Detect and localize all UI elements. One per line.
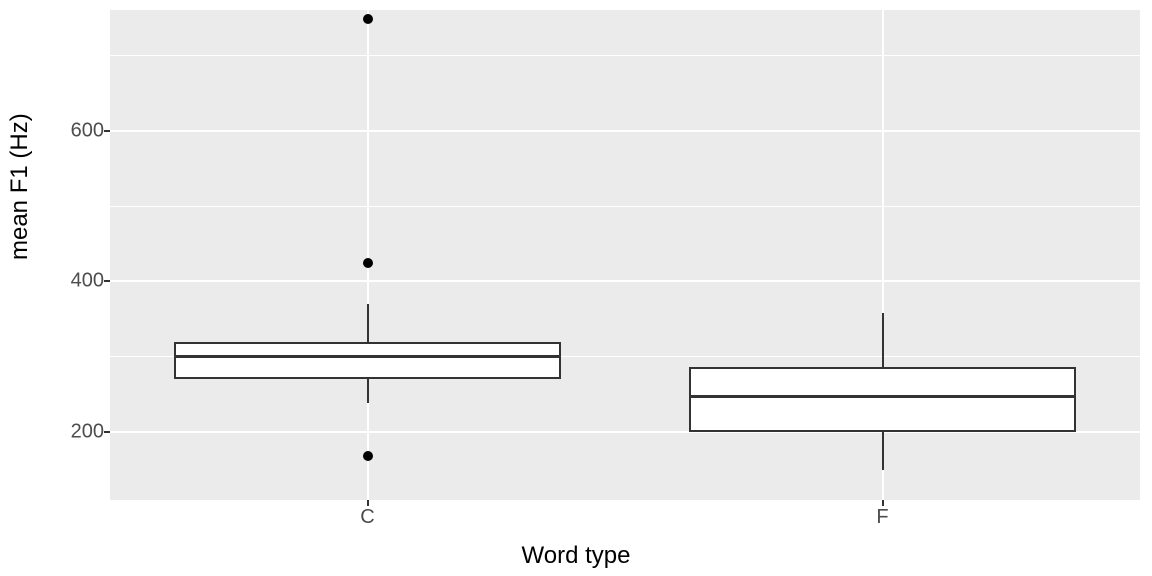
box	[174, 342, 560, 380]
boxplot-chart: mean F1 (Hz) Word type C F 200 400 600	[0, 0, 1152, 576]
box	[689, 367, 1075, 433]
x-axis-title: Word type	[0, 542, 1152, 570]
whisker-upper	[367, 304, 369, 342]
y-tick-label: 400	[64, 270, 104, 293]
gridline-major	[110, 130, 1140, 132]
y-tick-label: 600	[64, 119, 104, 142]
gridline-major	[110, 280, 1140, 282]
x-tick-label: C	[360, 506, 374, 529]
outlier-point	[363, 14, 373, 24]
y-tick-mark	[104, 280, 110, 282]
vgridline-major	[367, 10, 369, 500]
whisker-lower	[367, 379, 369, 403]
whisker-upper	[882, 313, 884, 367]
y-tick-mark	[104, 130, 110, 132]
gridline-minor	[110, 206, 1140, 207]
y-tick-label: 200	[64, 421, 104, 444]
x-tick-label: F	[876, 506, 888, 529]
median-line	[689, 395, 1075, 398]
y-axis-title: mean F1 (Hz)	[6, 113, 34, 260]
gridline-minor	[110, 55, 1140, 56]
median-line	[174, 355, 560, 358]
outlier-point	[363, 258, 373, 268]
plot-panel	[110, 10, 1140, 500]
whisker-lower	[882, 432, 884, 470]
outlier-point	[363, 451, 373, 461]
y-tick-mark	[104, 431, 110, 433]
